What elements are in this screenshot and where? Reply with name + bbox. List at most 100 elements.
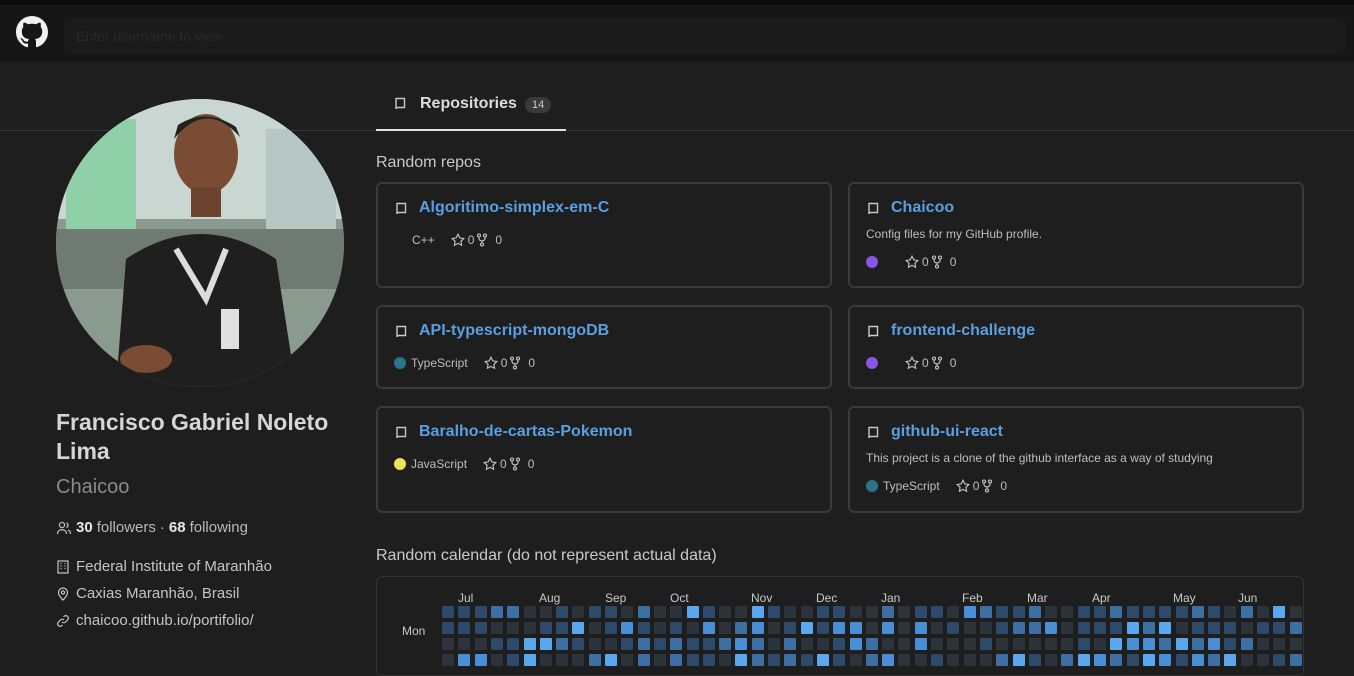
calendar-day-cell[interactable]: [833, 654, 846, 666]
calendar-day-cell[interactable]: [751, 654, 764, 666]
calendar-day-cell[interactable]: [474, 638, 487, 650]
repo-card[interactable]: github-ui-react This project is a clone o…: [848, 406, 1304, 513]
calendar-day-cell[interactable]: [702, 622, 715, 634]
calendar-day-cell[interactable]: [588, 654, 601, 666]
calendar-day-cell[interactable]: [1142, 654, 1155, 666]
calendar-day-cell[interactable]: [816, 606, 829, 618]
tab-repositories[interactable]: Repositories 14: [376, 62, 566, 131]
calendar-day-cell[interactable]: [1224, 606, 1237, 618]
calendar-day-cell[interactable]: [1159, 654, 1172, 666]
calendar-day-cell[interactable]: [474, 606, 487, 618]
calendar-day-cell[interactable]: [458, 638, 471, 650]
calendar-day-cell[interactable]: [572, 622, 585, 634]
calendar-day-cell[interactable]: [979, 654, 992, 666]
calendar-day-cell[interactable]: [735, 606, 748, 618]
calendar-day-cell[interactable]: [1126, 638, 1139, 650]
calendar-day-cell[interactable]: [1257, 622, 1269, 634]
calendar-day-cell[interactable]: [1110, 638, 1123, 650]
calendar-day-cell[interactable]: [523, 654, 536, 666]
calendar-day-cell[interactable]: [1273, 622, 1286, 634]
calendar-day-cell[interactable]: [1028, 638, 1041, 650]
calendar-day-cell[interactable]: [768, 622, 780, 634]
calendar-day-cell[interactable]: [1126, 622, 1139, 634]
calendar-day-cell[interactable]: [1094, 638, 1106, 650]
calendar-day-cell[interactable]: [963, 654, 976, 666]
calendar-day-cell[interactable]: [751, 622, 764, 634]
calendar-day-cell[interactable]: [1289, 638, 1302, 650]
calendar-day-cell[interactable]: [947, 606, 960, 618]
repo-card[interactable]: Chaicoo Config files for my GitHub profil…: [848, 182, 1304, 288]
calendar-day-cell[interactable]: [539, 606, 552, 618]
calendar-day-cell[interactable]: [686, 638, 699, 650]
calendar-day-cell[interactable]: [490, 606, 503, 618]
calendar-day-cell[interactable]: [1110, 654, 1123, 666]
calendar-day-cell[interactable]: [947, 654, 960, 666]
calendar-day-cell[interactable]: [865, 638, 878, 650]
calendar-day-cell[interactable]: [800, 638, 813, 650]
calendar-day-cell[interactable]: [621, 606, 634, 618]
calendar-day-cell[interactable]: [637, 606, 650, 618]
calendar-day-cell[interactable]: [914, 654, 927, 666]
calendar-day-cell[interactable]: [556, 638, 569, 650]
calendar-day-cell[interactable]: [1257, 606, 1269, 618]
calendar-day-cell[interactable]: [882, 622, 895, 634]
calendar-day-cell[interactable]: [621, 622, 634, 634]
calendar-day-cell[interactable]: [882, 638, 895, 650]
calendar-day-cell[interactable]: [1061, 638, 1074, 650]
calendar-day-cell[interactable]: [1175, 638, 1188, 650]
calendar-day-cell[interactable]: [931, 622, 943, 634]
calendar-day-cell[interactable]: [1240, 638, 1253, 650]
calendar-day-cell[interactable]: [1224, 638, 1237, 650]
calendar-day-cell[interactable]: [914, 606, 927, 618]
repo-name-link[interactable]: frontend-challenge: [891, 322, 1035, 340]
calendar-day-cell[interactable]: [539, 622, 552, 634]
repo-name-link[interactable]: Chaicoo: [891, 199, 954, 217]
calendar-day-cell[interactable]: [963, 606, 976, 618]
calendar-day-cell[interactable]: [1028, 606, 1041, 618]
calendar-day-cell[interactable]: [523, 622, 536, 634]
calendar-day-cell[interactable]: [572, 638, 585, 650]
calendar-day-cell[interactable]: [1142, 606, 1155, 618]
calendar-day-cell[interactable]: [1045, 622, 1058, 634]
calendar-day-cell[interactable]: [996, 606, 1009, 618]
calendar-day-cell[interactable]: [784, 654, 797, 666]
repo-name-link[interactable]: Algoritimo-simplex-em-C: [419, 199, 609, 217]
calendar-day-cell[interactable]: [1094, 606, 1106, 618]
calendar-day-cell[interactable]: [458, 606, 471, 618]
calendar-day-cell[interactable]: [719, 606, 732, 618]
calendar-day-cell[interactable]: [686, 622, 699, 634]
calendar-day-cell[interactable]: [865, 622, 878, 634]
calendar-day-cell[interactable]: [963, 638, 976, 650]
profile-website[interactable]: chaicoo.github.io/portifolio/: [56, 612, 254, 629]
calendar-day-cell[interactable]: [898, 638, 911, 650]
calendar-day-cell[interactable]: [653, 654, 666, 666]
calendar-day-cell[interactable]: [458, 654, 471, 666]
calendar-day-cell[interactable]: [1175, 622, 1188, 634]
calendar-day-cell[interactable]: [653, 606, 666, 618]
calendar-day-cell[interactable]: [1126, 654, 1139, 666]
calendar-day-cell[interactable]: [539, 654, 552, 666]
calendar-day-cell[interactable]: [979, 638, 992, 650]
calendar-day-cell[interactable]: [784, 606, 797, 618]
calendar-day-cell[interactable]: [1094, 654, 1106, 666]
repo-card[interactable]: API-typescript-mongoDB TypeScript 0 0: [376, 305, 832, 389]
calendar-day-cell[interactable]: [507, 638, 520, 650]
calendar-day-cell[interactable]: [1012, 622, 1025, 634]
calendar-day-cell[interactable]: [833, 638, 846, 650]
calendar-day-cell[interactable]: [1012, 638, 1025, 650]
repo-name-link[interactable]: github-ui-react: [891, 423, 1003, 441]
calendar-day-cell[interactable]: [898, 622, 911, 634]
calendar-day-cell[interactable]: [1191, 654, 1204, 666]
calendar-day-cell[interactable]: [849, 654, 862, 666]
calendar-day-cell[interactable]: [442, 622, 454, 634]
calendar-day-cell[interactable]: [768, 606, 780, 618]
calendar-day-cell[interactable]: [572, 654, 585, 666]
calendar-day-cell[interactable]: [702, 638, 715, 650]
calendar-day-cell[interactable]: [507, 622, 520, 634]
calendar-day-cell[interactable]: [637, 622, 650, 634]
calendar-day-cell[interactable]: [735, 638, 748, 650]
calendar-day-cell[interactable]: [800, 622, 813, 634]
calendar-day-cell[interactable]: [1191, 606, 1204, 618]
calendar-day-cell[interactable]: [1159, 638, 1172, 650]
calendar-day-cell[interactable]: [442, 638, 454, 650]
